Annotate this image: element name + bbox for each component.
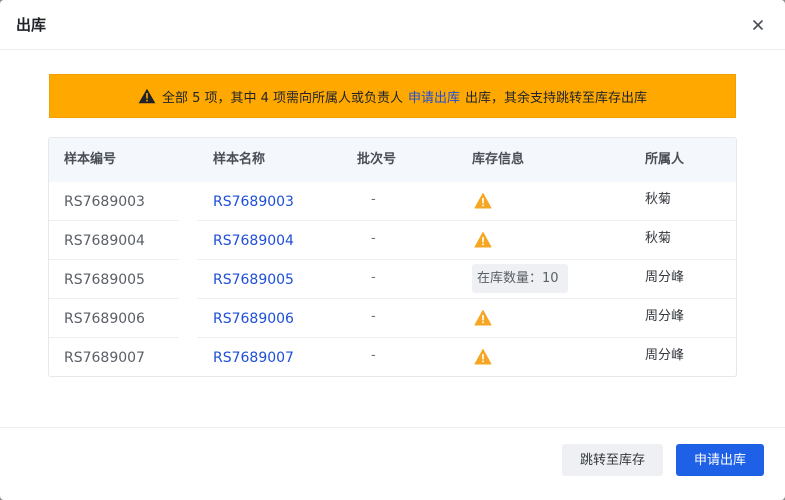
dialog-title: 出库: [16, 16, 47, 34]
owner-name: 秋菊: [645, 192, 672, 207]
header-batch: 批次号: [357, 152, 397, 167]
sample-id: RS7689003: [64, 194, 145, 210]
warning-icon: [474, 349, 492, 365]
table-row: RS7689005 RS7689005 - 在库数量：10 周分峰: [49, 260, 736, 299]
header-sample-id: 样本编号: [64, 152, 117, 167]
sample-id: RS7689005: [64, 272, 145, 288]
warning-icon: [474, 193, 492, 209]
table-row: RS7689003 RS7689003 - 秋菊: [49, 182, 736, 221]
outbound-dialog: 出库 全部 5 项，其中 4 项需向所属人或负责人 申请出库 出库，其余支持跳转…: [0, 0, 785, 500]
sample-table: 样本编号 样本名称 批次号 库存信息 所属人 RS7689003 RS768900…: [48, 137, 737, 377]
apply-outbound-button[interactable]: 申请出库: [676, 444, 764, 476]
header-stock: 库存信息: [472, 152, 525, 167]
dialog-footer: 跳转至库存 申请出库: [0, 427, 785, 500]
owner-name: 周分峰: [645, 270, 685, 285]
sample-id: RS7689007: [64, 350, 145, 366]
table-row: RS7689007 RS7689007 - 周分峰: [49, 338, 736, 377]
sample-name-link[interactable]: RS7689003: [213, 193, 294, 211]
warning-icon: [474, 232, 492, 248]
batch-number: -: [371, 270, 376, 285]
stock-quantity-tag: 在库数量：10: [472, 264, 568, 293]
batch-number: -: [371, 192, 376, 207]
batch-number: -: [371, 231, 376, 246]
header-sample-name: 样本名称: [213, 152, 266, 167]
close-icon[interactable]: [749, 16, 767, 34]
banner-text-before: 全部 5 项，其中 4 项需向所属人或负责人: [161, 90, 404, 106]
banner-apply-link[interactable]: 申请出库: [408, 87, 460, 106]
dialog-header: 出库: [0, 0, 785, 50]
sample-name-link[interactable]: RS7689005: [213, 271, 294, 289]
warning-banner: 全部 5 项，其中 4 项需向所属人或负责人 申请出库 出库，其余支持跳转至库存…: [49, 74, 736, 118]
sample-name-link[interactable]: RS7689007: [213, 349, 294, 367]
jump-to-inventory-button[interactable]: 跳转至库存: [562, 444, 663, 476]
warning-icon: [474, 310, 492, 326]
sample-name-link[interactable]: RS7689004: [213, 232, 294, 250]
banner-text-after: 出库，其余支持跳转至库存出库: [465, 90, 648, 106]
table-header: 样本编号 样本名称 批次号 库存信息 所属人: [49, 138, 736, 182]
batch-number: -: [371, 348, 376, 363]
sample-id: RS7689006: [64, 311, 145, 327]
table-row: RS7689004 RS7689004 - 秋菊: [49, 221, 736, 260]
owner-name: 秋菊: [645, 231, 672, 246]
owner-name: 周分峰: [645, 348, 685, 363]
header-owner: 所属人: [645, 152, 685, 167]
owner-name: 周分峰: [645, 309, 685, 324]
warning-triangle-icon: [138, 88, 156, 104]
sample-name-link[interactable]: RS7689006: [213, 310, 294, 328]
table-row: RS7689006 RS7689006 - 周分峰: [49, 299, 736, 338]
batch-number: -: [371, 309, 376, 324]
sample-id: RS7689004: [64, 233, 145, 249]
